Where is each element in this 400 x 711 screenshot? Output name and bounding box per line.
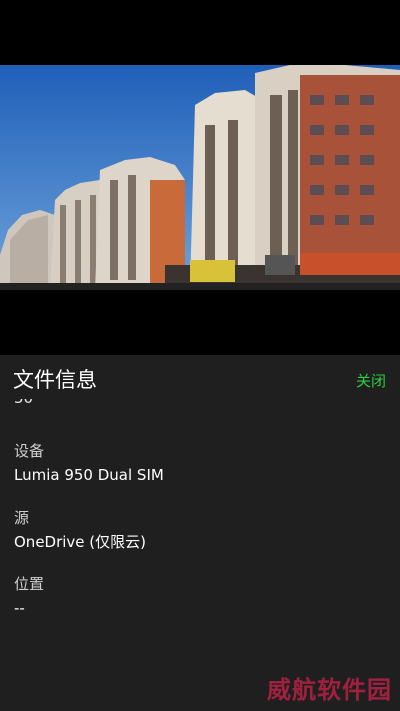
field-source-value: OneDrive (仅限云) bbox=[14, 533, 147, 551]
watermark: 威航软件园 bbox=[267, 675, 392, 704]
field-device-value: Lumia 950 Dual SIM bbox=[14, 466, 164, 484]
field-location: 位置 -- bbox=[14, 574, 44, 619]
clipped-field-value: 50 bbox=[14, 399, 33, 407]
close-button[interactable]: 关闭 bbox=[356, 370, 386, 392]
field-location-value: -- bbox=[14, 599, 25, 617]
photo-illustration bbox=[0, 65, 400, 290]
panel-title: 文件信息 bbox=[13, 368, 97, 392]
field-source-label: 源 bbox=[14, 509, 30, 527]
info-scroll-area[interactable]: 50 设备 Lumia 950 Dual SIM 源 OneDrive (仅限云… bbox=[0, 399, 400, 711]
file-info-panel: 文件信息 关闭 50 设备 Lumia 950 Dual SIM 源 OneDr… bbox=[0, 355, 400, 711]
photo-viewer bbox=[0, 0, 400, 355]
photo-image[interactable] bbox=[0, 65, 400, 290]
field-device: 设备 Lumia 950 Dual SIM bbox=[14, 441, 164, 486]
field-device-label: 设备 bbox=[14, 442, 45, 460]
field-source: 源 OneDrive (仅限云) bbox=[14, 508, 146, 553]
field-location-label: 位置 bbox=[14, 575, 45, 593]
